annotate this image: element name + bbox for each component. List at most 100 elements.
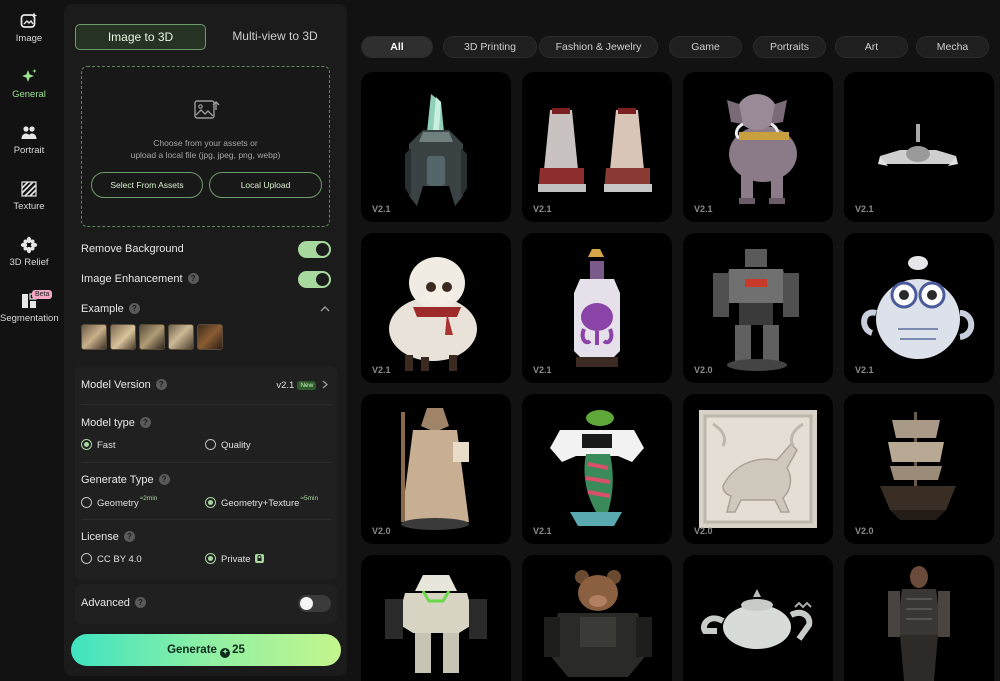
help-icon[interactable]: ?: [155, 379, 167, 390]
generate-type-geometry-texture-radio[interactable]: Geometry+Texture≈5min: [205, 495, 318, 509]
advanced-label: Advanced?: [81, 597, 146, 609]
sparkle-icon: [22, 69, 37, 82]
scarf-sheep-model: [389, 257, 477, 371]
armored-bear-model: [544, 570, 652, 677]
model-version-tag: V2.1: [855, 204, 874, 214]
chevron-up-icon[interactable]: [320, 305, 330, 313]
generate-type-geometry-radio[interactable]: Geometry≈2min: [81, 495, 157, 509]
example-thumbnail[interactable]: [110, 324, 136, 350]
battle-mech-model: [713, 249, 799, 371]
divider: [81, 462, 331, 463]
category-game[interactable]: Game: [669, 36, 742, 58]
upload-hint: Choose from your assets or upload a loca…: [130, 138, 281, 160]
help-icon[interactable]: ?: [123, 531, 135, 542]
tab-multi-view-to-3d[interactable]: Multi-view to 3D: [215, 24, 335, 50]
drone-craft-model: [878, 124, 958, 166]
rail-item-segmentation[interactable]: Beta Segmentation: [0, 290, 59, 324]
rail-item-image[interactable]: Image: [0, 12, 58, 44]
gallery-card[interactable]: V2.0: [361, 394, 511, 544]
model-version-tag: V2.1: [855, 365, 874, 375]
rail-item-label: 3D Relief: [9, 257, 49, 268]
horse-relief-model: [699, 410, 817, 528]
model-version-tag: V2.1: [533, 526, 552, 536]
license-private-radio[interactable]: Private: [205, 553, 264, 565]
model-type-quality-radio[interactable]: Quality: [205, 439, 251, 451]
help-icon[interactable]: ?: [139, 417, 151, 428]
local-upload-button[interactable]: Local Upload: [209, 172, 322, 198]
gallery-card[interactable]: [522, 555, 672, 681]
generate-button[interactable]: Generate ✦ 25: [71, 634, 341, 666]
gallery-card[interactable]: V2.1: [683, 72, 833, 222]
example-thumbnail[interactable]: [197, 324, 223, 350]
robed-monk-model: [401, 408, 469, 530]
help-icon[interactable]: ?: [134, 597, 146, 608]
model-version-tag: V2.0: [372, 526, 391, 536]
mode-tabs: Image to 3D Multi-view to 3D: [75, 24, 337, 50]
model-type-label: Model type?: [81, 417, 151, 429]
gallery-card[interactable]: V2.1: [361, 72, 511, 222]
generation-panel: Image to 3D Multi-view to 3D Choose from…: [64, 4, 347, 676]
armored-knight-model: [888, 566, 950, 681]
owl-teapot-model: [861, 256, 975, 359]
divider: [81, 404, 331, 405]
example-thumbnail[interactable]: [81, 324, 107, 350]
upload-dropzone[interactable]: Choose from your assets or upload a loca…: [81, 66, 330, 227]
gallery-card[interactable]: [683, 555, 833, 681]
example-thumbnail[interactable]: [168, 324, 194, 350]
remove-background-label: Remove Background: [81, 243, 184, 255]
tab-image-to-3d[interactable]: Image to 3D: [75, 24, 206, 50]
model-version-tag: V2.0: [694, 365, 713, 375]
image-enhancement-toggle[interactable]: [298, 271, 331, 288]
model-version-tag: V2.0: [694, 526, 713, 536]
settings-section: Model Version? v2.1 New Model type? Fast …: [75, 366, 337, 579]
help-icon[interactable]: ?: [128, 303, 140, 314]
remove-background-toggle[interactable]: [298, 241, 331, 258]
help-icon[interactable]: ?: [158, 474, 170, 485]
rail-item-general[interactable]: General: [0, 68, 58, 100]
category-portraits[interactable]: Portraits: [753, 36, 826, 58]
sailing-ship-model: [880, 412, 956, 520]
rail-item-label: Texture: [13, 201, 45, 212]
platform-shoes-model: [538, 108, 652, 192]
gallery-card[interactable]: V2.0: [683, 233, 833, 383]
category-mecha[interactable]: Mecha: [916, 36, 989, 58]
select-from-assets-button[interactable]: Select From Assets: [91, 172, 203, 198]
rail-item-texture[interactable]: Texture: [0, 180, 58, 212]
generate-type-label: Generate Type?: [81, 474, 170, 486]
license-label: License?: [81, 531, 135, 543]
model-type-fast-radio[interactable]: Fast: [81, 439, 115, 451]
gallery-card[interactable]: [361, 555, 511, 681]
gallery-card[interactable]: V2.1: [844, 72, 994, 222]
dragon-teapot-model: [701, 589, 813, 649]
example-label: Example?: [81, 303, 140, 315]
model-version-tag: V2.1: [372, 365, 391, 375]
model-version-selector[interactable]: v2.1 New: [276, 380, 329, 391]
rail-item-label: General: [12, 89, 46, 100]
gallery-card[interactable]: V2.1: [361, 233, 511, 383]
advanced-toggle[interactable]: [298, 595, 331, 612]
rail-item-label: Image: [15, 33, 43, 44]
rail-item-3d-relief[interactable]: 3D Relief: [0, 236, 58, 268]
image-sparkle-icon: [20, 12, 37, 28]
category-3d-printing[interactable]: 3D Printing: [443, 36, 537, 58]
texture-hatch-icon: [21, 181, 37, 197]
gallery-card[interactable]: V2.1: [844, 233, 994, 383]
model-version-tag: V2.0: [855, 526, 874, 536]
gallery-card[interactable]: V2.1: [522, 233, 672, 383]
gallery-card[interactable]: V2.1: [522, 394, 672, 544]
gallery-card[interactable]: V2.0: [683, 394, 833, 544]
beta-badge: Beta: [32, 290, 53, 299]
category-all[interactable]: All: [361, 36, 433, 58]
category-art[interactable]: Art: [835, 36, 908, 58]
controller-frog-model: [550, 410, 644, 526]
gallery-card[interactable]: V2.0: [844, 394, 994, 544]
gallery-card[interactable]: V2.1: [522, 72, 672, 222]
category-fashion-jewelry[interactable]: Fashion & Jewelry: [539, 36, 658, 58]
license-cc-by-radio[interactable]: CC BY 4.0: [81, 553, 142, 565]
rail-item-portrait[interactable]: Portrait: [0, 124, 58, 156]
image-enhancement-label: Image Enhancement?: [81, 273, 199, 285]
example-thumbnail[interactable]: [139, 324, 165, 350]
help-icon[interactable]: ?: [187, 273, 199, 284]
gallery-card[interactable]: [844, 555, 994, 681]
model-version-tag: V2.1: [694, 204, 713, 214]
